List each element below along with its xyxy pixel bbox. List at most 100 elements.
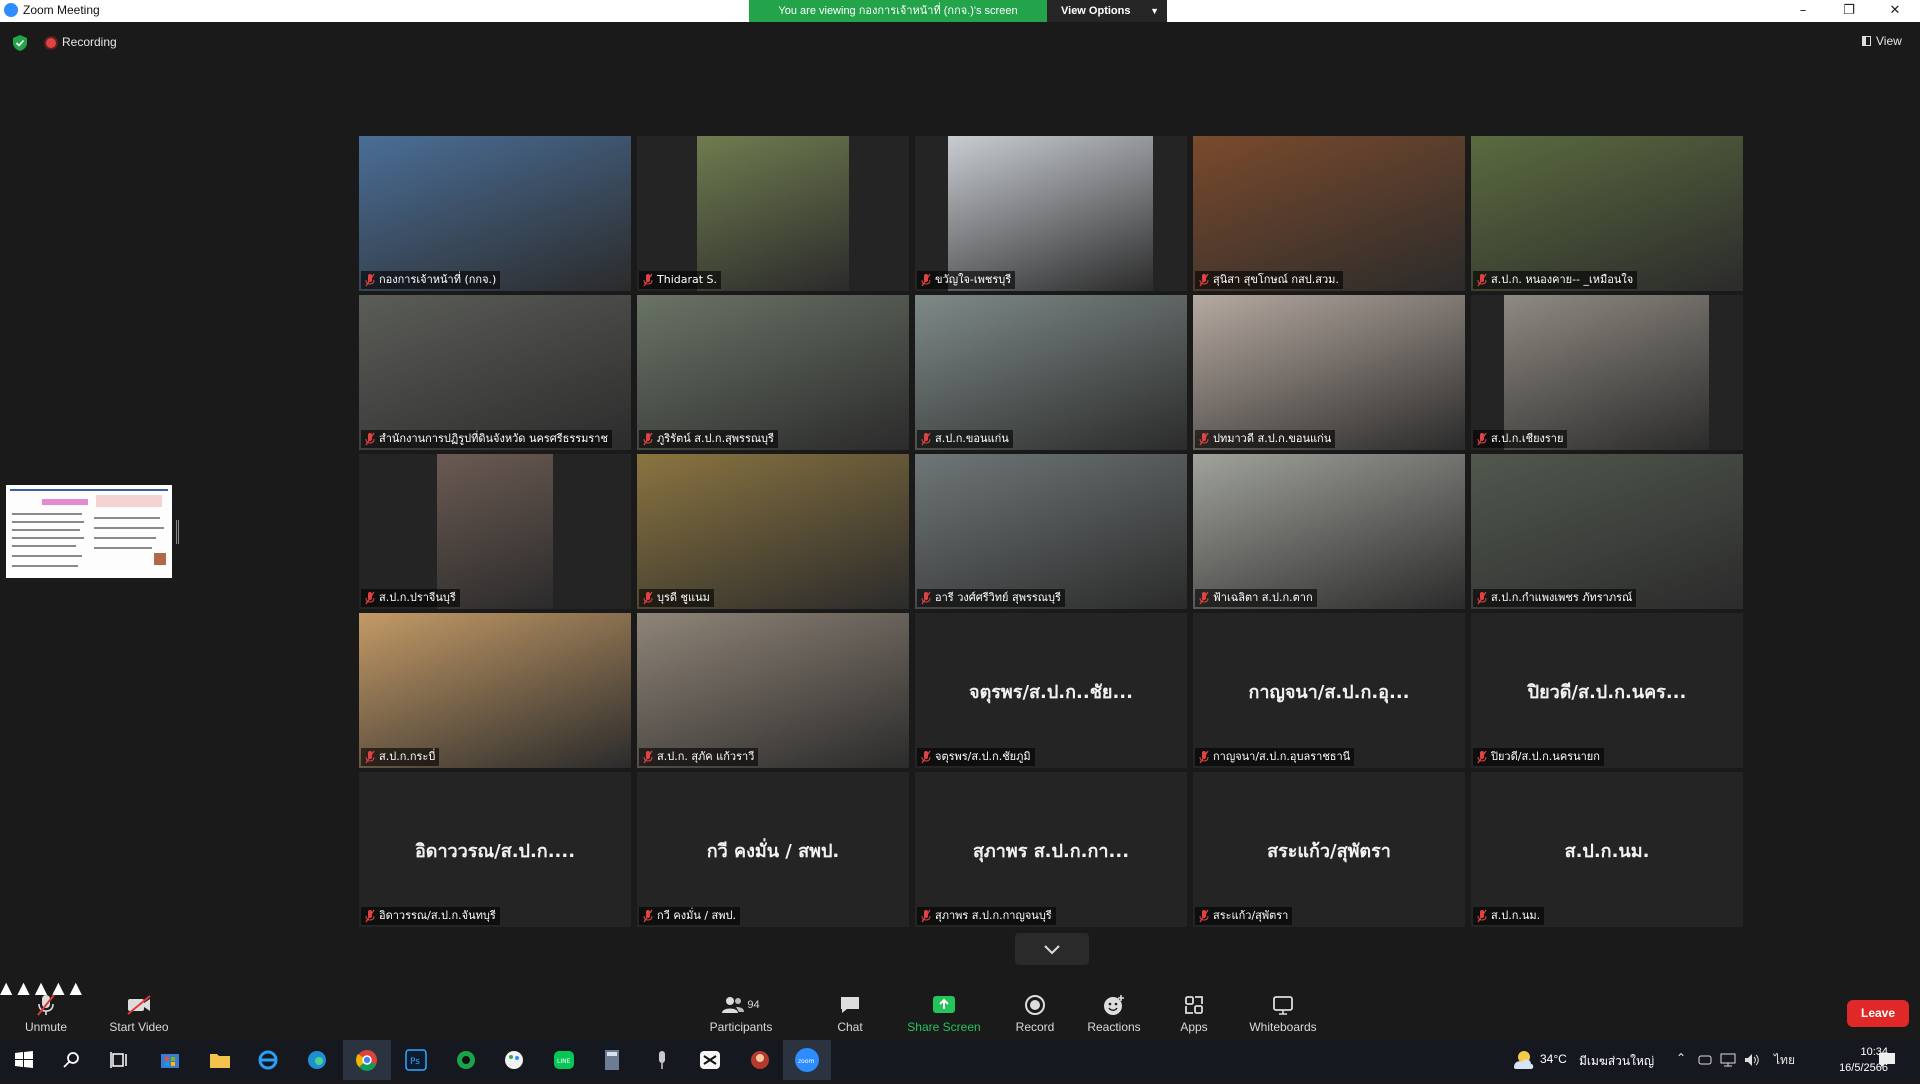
windows-start-icon[interactable]: [10, 1046, 38, 1074]
voice-recorder-icon[interactable]: [648, 1046, 676, 1074]
participant-tile[interactable]: ส.ป.ก.กำแพงเพชร ภัทราภรณ์: [1471, 454, 1743, 609]
view-button[interactable]: View: [1862, 34, 1902, 48]
internet-explorer-icon[interactable]: [254, 1046, 282, 1074]
participant-name-label: กวี คงมั่น / สพป.: [639, 907, 740, 925]
network-icon[interactable]: [1720, 1053, 1736, 1067]
participant-tile[interactable]: กาญจนา/ส.ป.ก.อุ... กาญจนา/ส.ป.ก.อุบลราชธา…: [1193, 613, 1465, 768]
participant-tile[interactable]: ฟ้าเฉลิตา ส.ป.ก.ตาก: [1193, 454, 1465, 609]
capcut-app-icon[interactable]: [696, 1046, 724, 1074]
photoshop-icon[interactable]: Ps: [402, 1046, 430, 1074]
edge-browser-icon[interactable]: [303, 1046, 331, 1074]
weather-condition[interactable]: มีเมฆส่วนใหญ่: [1579, 1052, 1654, 1071]
tray-overflow-chevron-icon[interactable]: ⌃: [1676, 1051, 1686, 1065]
line-app-icon[interactable]: LINE: [550, 1046, 578, 1074]
participant-tile[interactable]: กวี คงมั่น / สพป. กวี คงมั่น / สพป.: [637, 772, 909, 927]
participant-name-label: ส.ป.ก. สุภัค แก้วราวี: [639, 748, 759, 766]
microsoft-store-icon[interactable]: [156, 1046, 184, 1074]
participant-name-text: สุภาพร ส.ป.ก.กาญจนบุรี: [935, 909, 1052, 922]
reactions-button[interactable]: Reactions: [1084, 978, 1144, 1040]
zoom-taskbar-icon[interactable]: zoom: [783, 1040, 831, 1080]
microphone-muted-icon: [643, 591, 653, 605]
participant-name-text: Thidarat S.: [657, 273, 718, 286]
record-button[interactable]: Record: [1010, 978, 1060, 1040]
participant-tile[interactable]: Thidarat S.: [637, 136, 909, 291]
microphone-muted-icon: [1199, 591, 1209, 605]
participant-tile[interactable]: ส.ป.ก.นม. ส.ป.ก.นม.: [1471, 772, 1743, 927]
microphone-muted-icon: [921, 591, 931, 605]
chat-button[interactable]: Chat: [830, 978, 870, 1040]
participant-name-label: ส.ป.ก.ปราจีนบุรี: [361, 589, 460, 607]
notifications-icon[interactable]: [1877, 1050, 1897, 1070]
participant-name-label: ส.ป.ก.กระบี่: [361, 748, 440, 766]
input-language-indicator[interactable]: ไทย: [1774, 1051, 1795, 1070]
participant-tile[interactable]: ส.ป.ก.ปราจีนบุรี: [359, 454, 631, 609]
participant-tile[interactable]: อิดาววรณ/ส.ป.ก.... อิดาวรรณ/ส.ป.ก.จันทบุร…: [359, 772, 631, 927]
file-explorer-icon[interactable]: [206, 1046, 234, 1074]
participant-name-text: กาญจนา/ส.ป.ก.อุบลราชธานี: [1213, 750, 1351, 763]
participant-tile[interactable]: ภูริรัตน์ ส.ป.ก.สุพรรณบุรี: [637, 295, 909, 450]
microphone-muted-icon: [921, 909, 931, 923]
participant-video: [1504, 295, 1709, 450]
chevron-down-icon: ▼: [1150, 6, 1159, 16]
participant-tile[interactable]: จตุรพร/ส.ป.ก..ชัย... จตุรพร/ส.ป.ก.ชัยภูมิ: [915, 613, 1187, 768]
participant-name-text: ส.ป.ก.นม.: [1491, 909, 1541, 922]
participant-name-text: บุรดี ชูแนม: [657, 591, 710, 604]
volume-icon[interactable]: [1744, 1053, 1760, 1067]
minimize-button[interactable]: –: [1780, 0, 1826, 22]
shared-screen-thumbnail[interactable]: [6, 485, 172, 578]
participant-tile[interactable]: ส.ป.ก. สุภัค แก้วราวี: [637, 613, 909, 768]
reactions-label: Reactions: [1087, 1020, 1141, 1034]
participant-tile[interactable]: ส.ป.ก.กระบี่: [359, 613, 631, 768]
participant-tile[interactable]: กองการเจ้าหน้าที่ (กกจ.): [359, 136, 631, 291]
participant-tile[interactable]: ส.ป.ก. หนองคาย-- _เหมือนใจ: [1471, 136, 1743, 291]
restore-button[interactable]: ❐: [1826, 0, 1872, 22]
microphone-muted-icon: [921, 750, 931, 764]
participant-tile[interactable]: ปทมาวดี ส.ป.ก.ขอนแก่น: [1193, 295, 1465, 450]
encryption-shield-icon[interactable]: [13, 35, 27, 51]
participant-tile[interactable]: ส.ป.ก.ขอนแก่น: [915, 295, 1187, 450]
participant-tile[interactable]: บุรดี ชูแนม: [637, 454, 909, 609]
paint-app-icon[interactable]: [500, 1046, 528, 1074]
task-view-icon[interactable]: [106, 1046, 134, 1074]
participant-tile[interactable]: สระแก้ว/สุพัตรา สระแก้ว/สุพัตรา: [1193, 772, 1465, 927]
onedrive-tray-icon[interactable]: [1698, 1053, 1712, 1067]
participant-name-label: ส.ป.ก.ขอนแก่น: [917, 430, 1013, 448]
unmute-button[interactable]: Unmute: [16, 978, 76, 1040]
participant-tile[interactable]: สุภาพร ส.ป.ก.กา... สุภาพร ส.ป.ก.กาญจนบุรี: [915, 772, 1187, 927]
meeting-toolbar: Unmute ▲ Start Video ▲ 94 Participants ▲…: [0, 978, 1920, 1040]
view-layout-icon: [1862, 36, 1871, 46]
participant-tile[interactable]: อารี วงศ์ศรีวิทย์ สุพรรณบุรี: [915, 454, 1187, 609]
participant-tile[interactable]: ปิยวดี/ส.ป.ก.นคร... ปิยวดี/ส.ป.ก.นครนายก: [1471, 613, 1743, 768]
whiteboards-button[interactable]: Whiteboards: [1246, 978, 1320, 1040]
participant-name-label: สำนักงานการปฏิรูปที่ดินจังหวัด นครศรีธรร…: [361, 430, 612, 448]
share-screen-button[interactable]: Share Screen: [904, 978, 984, 1040]
view-options-button[interactable]: View Options ▼: [1047, 0, 1167, 22]
participants-button[interactable]: 94 Participants: [706, 978, 776, 1040]
chrome-browser-icon[interactable]: [343, 1040, 391, 1080]
microphone-muted-icon: [1199, 909, 1209, 923]
audio-options-caret[interactable]: ▲: [0, 978, 12, 997]
participant-video: [359, 613, 631, 768]
weather-temperature[interactable]: 34°C: [1540, 1052, 1567, 1066]
microphone-muted-icon: [1199, 273, 1209, 287]
thumbnail-resize-handle[interactable]: [176, 520, 179, 544]
participant-tile[interactable]: ส.ป.ก.เชียงราย: [1471, 295, 1743, 450]
participant-tile[interactable]: สำนักงานการปฏิรูปที่ดินจังหวัด นครศรีธรร…: [359, 295, 631, 450]
search-icon[interactable]: [58, 1046, 86, 1074]
media-player-icon[interactable]: [452, 1046, 480, 1074]
start-video-button[interactable]: Start Video: [104, 978, 174, 1040]
participant-tile[interactable]: สุนิสา สุขโกษณ์ กสป.สวม.: [1193, 136, 1465, 291]
microphone-muted-icon: [1477, 591, 1487, 605]
apps-button[interactable]: Apps: [1174, 978, 1214, 1040]
gallery-next-page-button[interactable]: [1015, 933, 1089, 965]
participant-name-label: บุรดี ชูแนม: [639, 589, 714, 607]
leave-button[interactable]: Leave: [1847, 1000, 1909, 1027]
participant-name-text: ขวัญใจ-เพชรบุรี: [935, 273, 1012, 286]
participant-name-text: ส.ป.ก.ปราจีนบุรี: [379, 591, 456, 604]
close-button[interactable]: ✕: [1872, 0, 1918, 22]
game-app-icon[interactable]: [746, 1046, 774, 1074]
calculator-icon[interactable]: [598, 1046, 626, 1074]
participant-tile[interactable]: ขวัญใจ-เพชรบุรี: [915, 136, 1187, 291]
share-screen-icon: [933, 996, 955, 1013]
view-label: View: [1876, 34, 1902, 48]
